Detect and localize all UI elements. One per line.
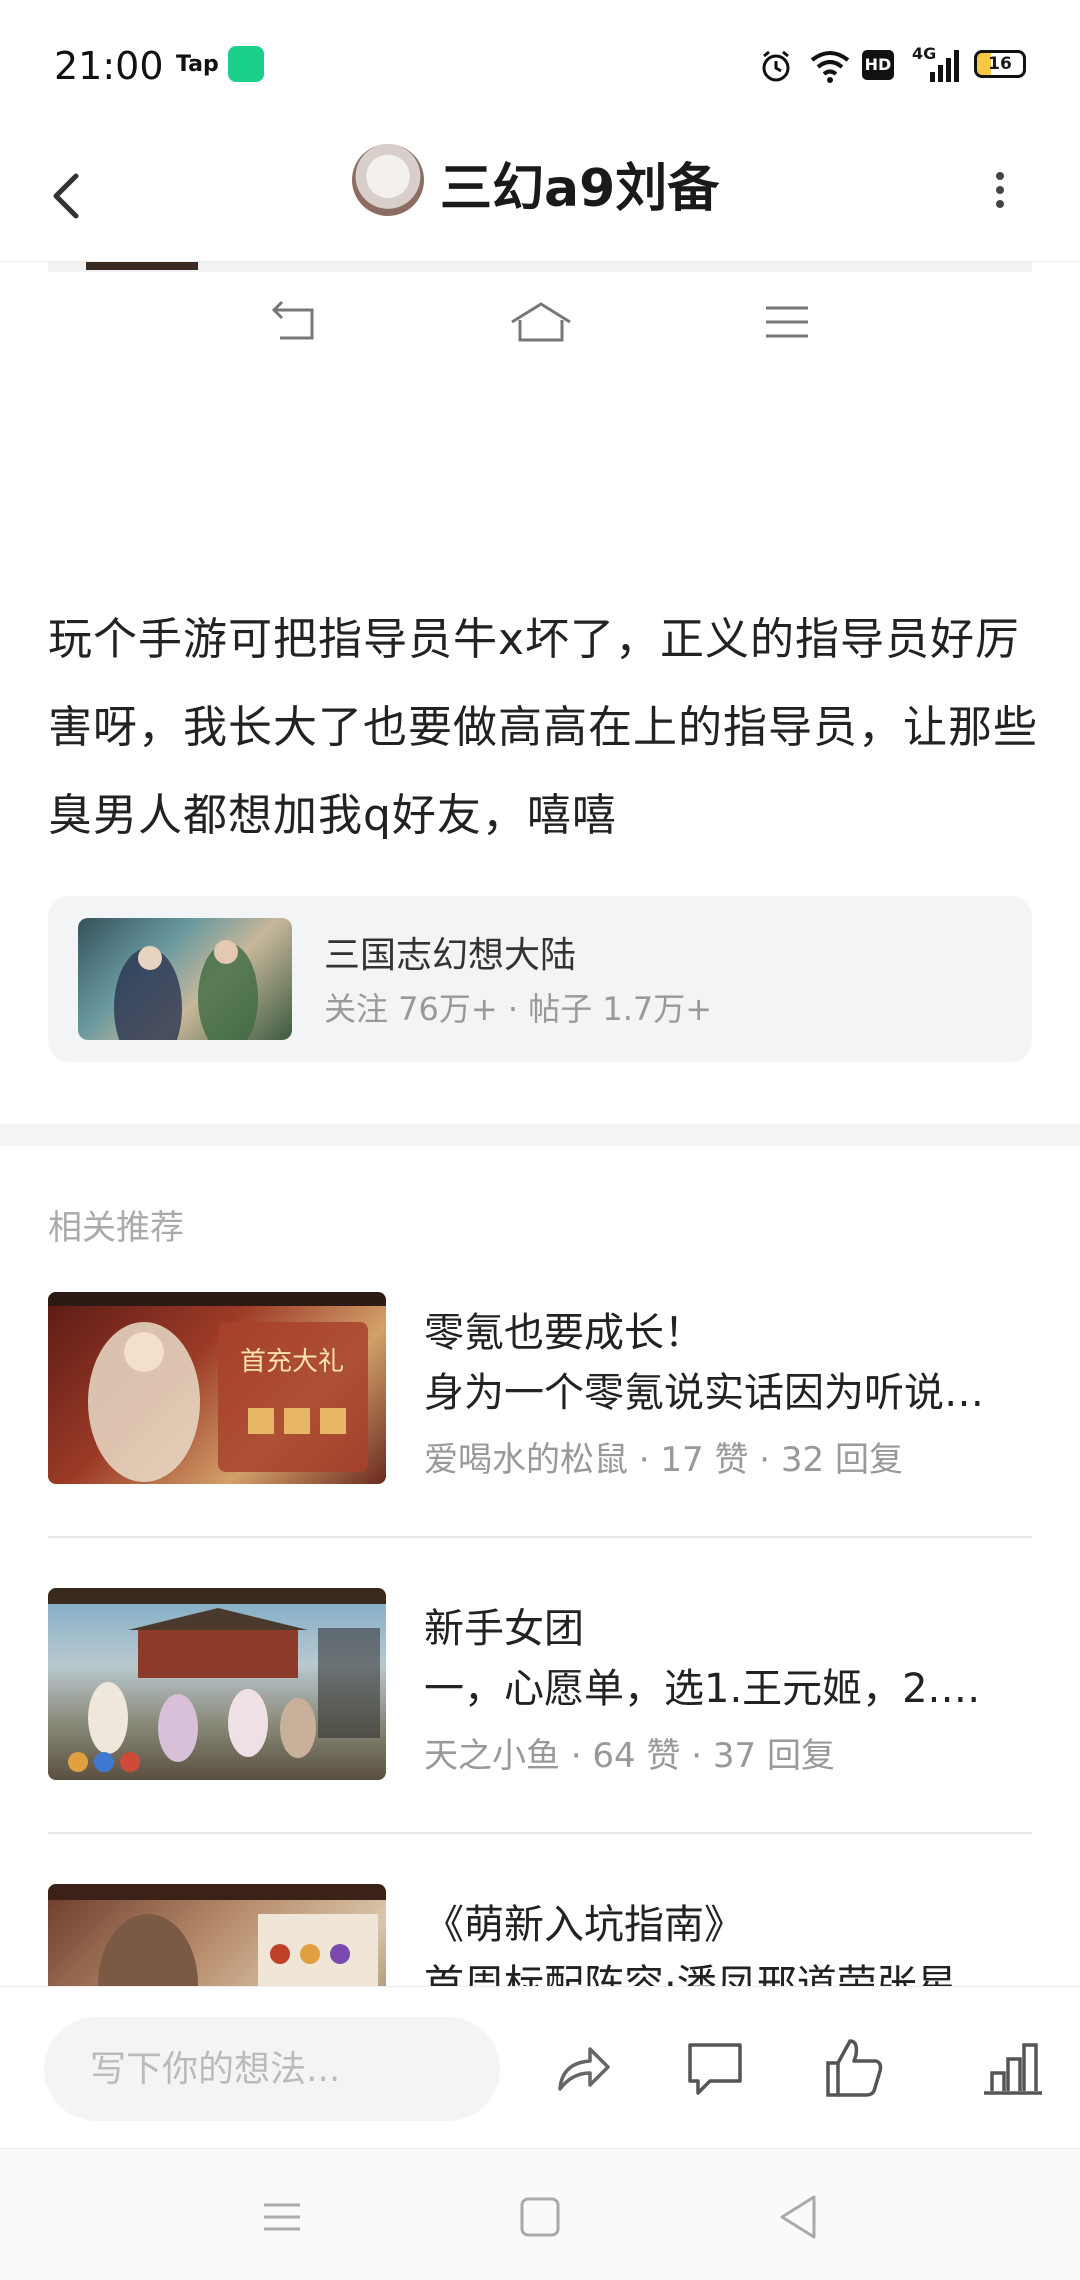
comment-input[interactable] (44, 2017, 500, 2121)
comment-icon[interactable] (680, 2033, 750, 2103)
related-description: 身为一个零氪说实话因为听说… (424, 1370, 984, 1416)
list-divider (48, 1832, 1032, 1834)
related-post-1[interactable]: 首充大礼 零氪也要成长！ 身为一个零氪说实话因为听说… 爱喝水的松鼠 · 17 … (48, 1292, 1032, 1492)
related-meta: 爱喝水的松鼠 · 17 赞 · 32 回复 (424, 1440, 903, 1480)
signal-icon (930, 50, 959, 82)
related-thumbnail-3 (48, 1884, 386, 1986)
like-icon[interactable] (818, 2033, 888, 2103)
related-meta: 天之小鱼 · 64 赞 · 37 回复 (424, 1736, 835, 1776)
status-time: 21:00 (54, 44, 164, 88)
related-post-3[interactable]: 《萌新入坑指南》 首周标配阵容·潘凤邢道荣张星 (48, 1884, 1032, 1986)
forum-thumbnail (78, 918, 292, 1040)
embedded-image-fragment (86, 262, 198, 270)
forum-name: 三国志幻想大陆 (324, 935, 577, 976)
related-thumbnail-1-text: 首充大礼 (240, 1347, 344, 1377)
author-avatar[interactable] (352, 144, 424, 216)
share-icon[interactable] (546, 2033, 616, 2103)
related-thumbnail-1: 首充大礼 (48, 1292, 386, 1484)
post-header: 三幻a9刘备 (0, 130, 1080, 262)
embedded-menu-icon (766, 306, 808, 338)
back-arrow-icon[interactable] (40, 156, 100, 236)
related-description: 一，心愿单，选1.王元姬，2.诸… (424, 1666, 1014, 1712)
post-body: 玩个手游可把指导员牛x坏了，正义的指导员好厉害呀，我长大了也要做高高在上的指导员… (48, 614, 1038, 841)
system-navigation-bar (0, 2148, 1080, 2280)
forum-card[interactable]: 三国志幻想大陆 关注 76万+ · 帖子 1.7万+ (48, 896, 1032, 1062)
wifi-icon (810, 51, 850, 83)
comment-action-bar (0, 1986, 1080, 2148)
recents-menu-icon[interactable] (252, 2187, 312, 2247)
forum-stats: 关注 76万+ · 帖子 1.7万+ (324, 990, 713, 1028)
more-vertical-icon[interactable] (980, 160, 1020, 220)
related-thumbnail-2 (48, 1588, 386, 1780)
alarm-icon (762, 50, 790, 82)
related-title: 《萌新入坑指南》 (424, 1902, 744, 1948)
related-section-label: 相关推荐 (48, 1208, 184, 1248)
embedded-back-icon (271, 300, 314, 340)
hd-icon: HD (862, 50, 894, 80)
related-description: 首周标配阵容·潘凤邢道荣张星 (424, 1962, 957, 1986)
section-divider (0, 1124, 1080, 1146)
author-name[interactable]: 三幻a9刘备 (440, 146, 719, 221)
related-title: 零氪也要成长！ (424, 1310, 704, 1356)
app-notification-icon (228, 46, 264, 82)
related-post-2[interactable]: 新手女团 一，心愿单，选1.王元姬，2.诸… 天之小鱼 · 64 赞 · 37 … (48, 1588, 1032, 1788)
battery-icon: 16 (974, 50, 1026, 78)
home-square-icon[interactable] (510, 2187, 570, 2247)
related-title: 新手女团 (424, 1606, 584, 1652)
list-divider (48, 1536, 1032, 1538)
status-bar: 21:00 Tap HD 4G 16 (0, 0, 1080, 130)
embedded-home-icon (511, 302, 571, 342)
back-triangle-icon[interactable] (768, 2187, 828, 2247)
stats-icon[interactable] (978, 2033, 1048, 2103)
tap-app-label: Tap (176, 52, 219, 77)
